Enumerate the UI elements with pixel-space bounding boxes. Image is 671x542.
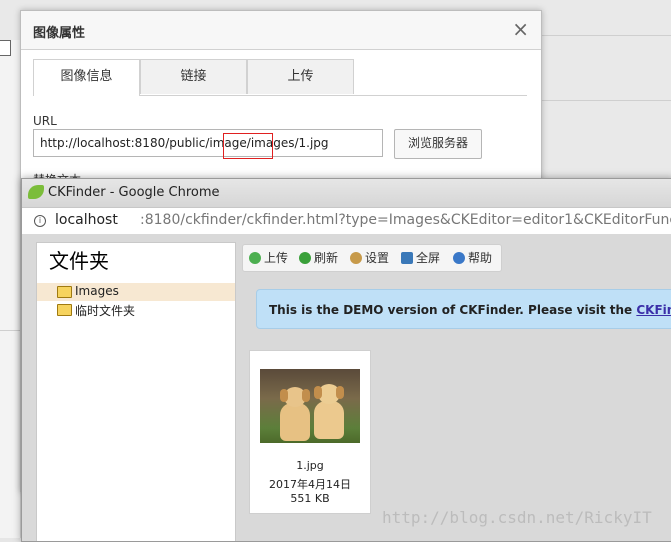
settings-icon — [350, 252, 362, 264]
background-divider — [0, 330, 22, 331]
url-label: URL — [33, 114, 57, 128]
demo-banner: This is the DEMO version of CKFinder. Pl… — [256, 289, 671, 329]
dialog-title: 图像属性 — [33, 26, 86, 41]
folder-label: 临时文件夹 — [75, 304, 136, 318]
fullscreen-label: 全屏 — [416, 251, 441, 265]
file-thumbnail — [260, 369, 360, 443]
close-icon[interactable]: × — [512, 18, 529, 40]
ckfinder-toolbar: 上传 刷新 设置 全屏 帮助 — [242, 244, 502, 272]
ckfinder-website-link[interactable]: CKFinder web site — [636, 303, 671, 317]
refresh-button[interactable]: 刷新 — [299, 245, 338, 271]
info-icon[interactable]: i — [34, 215, 46, 227]
background-divider — [540, 35, 671, 36]
tab-link[interactable]: 链接 — [140, 59, 247, 94]
folder-item-temp[interactable]: 临时文件夹 — [37, 301, 235, 319]
url-highlight-box — [223, 133, 273, 159]
dialog-header: 图像属性 × — [21, 11, 541, 50]
dialog-tabs: 图像信息 链接 上传 — [33, 59, 527, 96]
fullscreen-button[interactable]: 全屏 — [401, 245, 440, 271]
file-size: 551 KB — [290, 492, 330, 505]
tab-image-info[interactable]: 图像信息 — [33, 59, 140, 96]
window-title: CKFinder - Google Chrome — [48, 185, 220, 200]
demo-banner-text: This is the DEMO version of CKFinder. Pl… — [269, 303, 637, 317]
watermark: http://blog.csdn.net/RickyIT — [382, 508, 652, 527]
folder-item-images[interactable]: Images — [37, 283, 235, 301]
refresh-label: 刷新 — [314, 251, 339, 265]
folder-panel-title: 文件夹 — [49, 249, 109, 273]
file-item[interactable]: 1.jpg 2017年4月14日 551 KB — [249, 350, 371, 514]
address-bar[interactable]: i localhost :8180/ckfinder/ckfinder.html… — [22, 207, 671, 235]
window-titlebar: CKFinder - Google Chrome — [22, 179, 671, 207]
fullscreen-icon — [401, 252, 413, 264]
help-icon — [453, 252, 465, 264]
background-sidebar-strip — [0, 40, 21, 538]
settings-label: 设置 — [365, 251, 390, 265]
refresh-icon — [299, 252, 311, 264]
background-divider — [540, 100, 671, 101]
url-host: localhost — [55, 212, 118, 228]
background-document-icon — [0, 40, 11, 56]
ckfinder-browser-window: CKFinder - Google Chrome i localhost :81… — [21, 178, 671, 542]
settings-button[interactable]: 设置 — [350, 245, 389, 271]
folder-panel: 文件夹 Images 临时文件夹 — [36, 242, 236, 541]
browse-server-button[interactable]: 浏览服务器 — [394, 129, 482, 159]
folder-label: Images — [75, 284, 119, 298]
tab-upload[interactable]: 上传 — [247, 59, 354, 94]
file-date: 2017年4月14日 — [269, 478, 351, 491]
folder-icon — [57, 304, 72, 316]
upload-button[interactable]: 上传 — [249, 245, 288, 271]
file-name: 1.jpg — [296, 459, 324, 472]
url-path: :8180/ckfinder/ckfinder.html?type=Images… — [140, 212, 671, 228]
url-input[interactable] — [33, 129, 383, 157]
upload-icon — [249, 252, 261, 264]
upload-label: 上传 — [264, 251, 289, 265]
help-button[interactable]: 帮助 — [453, 245, 492, 271]
folder-icon — [57, 286, 72, 298]
ckfinder-body: 文件夹 Images 临时文件夹 上传 刷新 设置 全屏 帮助 This is … — [22, 234, 671, 541]
ckfinder-logo-icon — [28, 185, 44, 199]
help-label: 帮助 — [468, 251, 493, 265]
